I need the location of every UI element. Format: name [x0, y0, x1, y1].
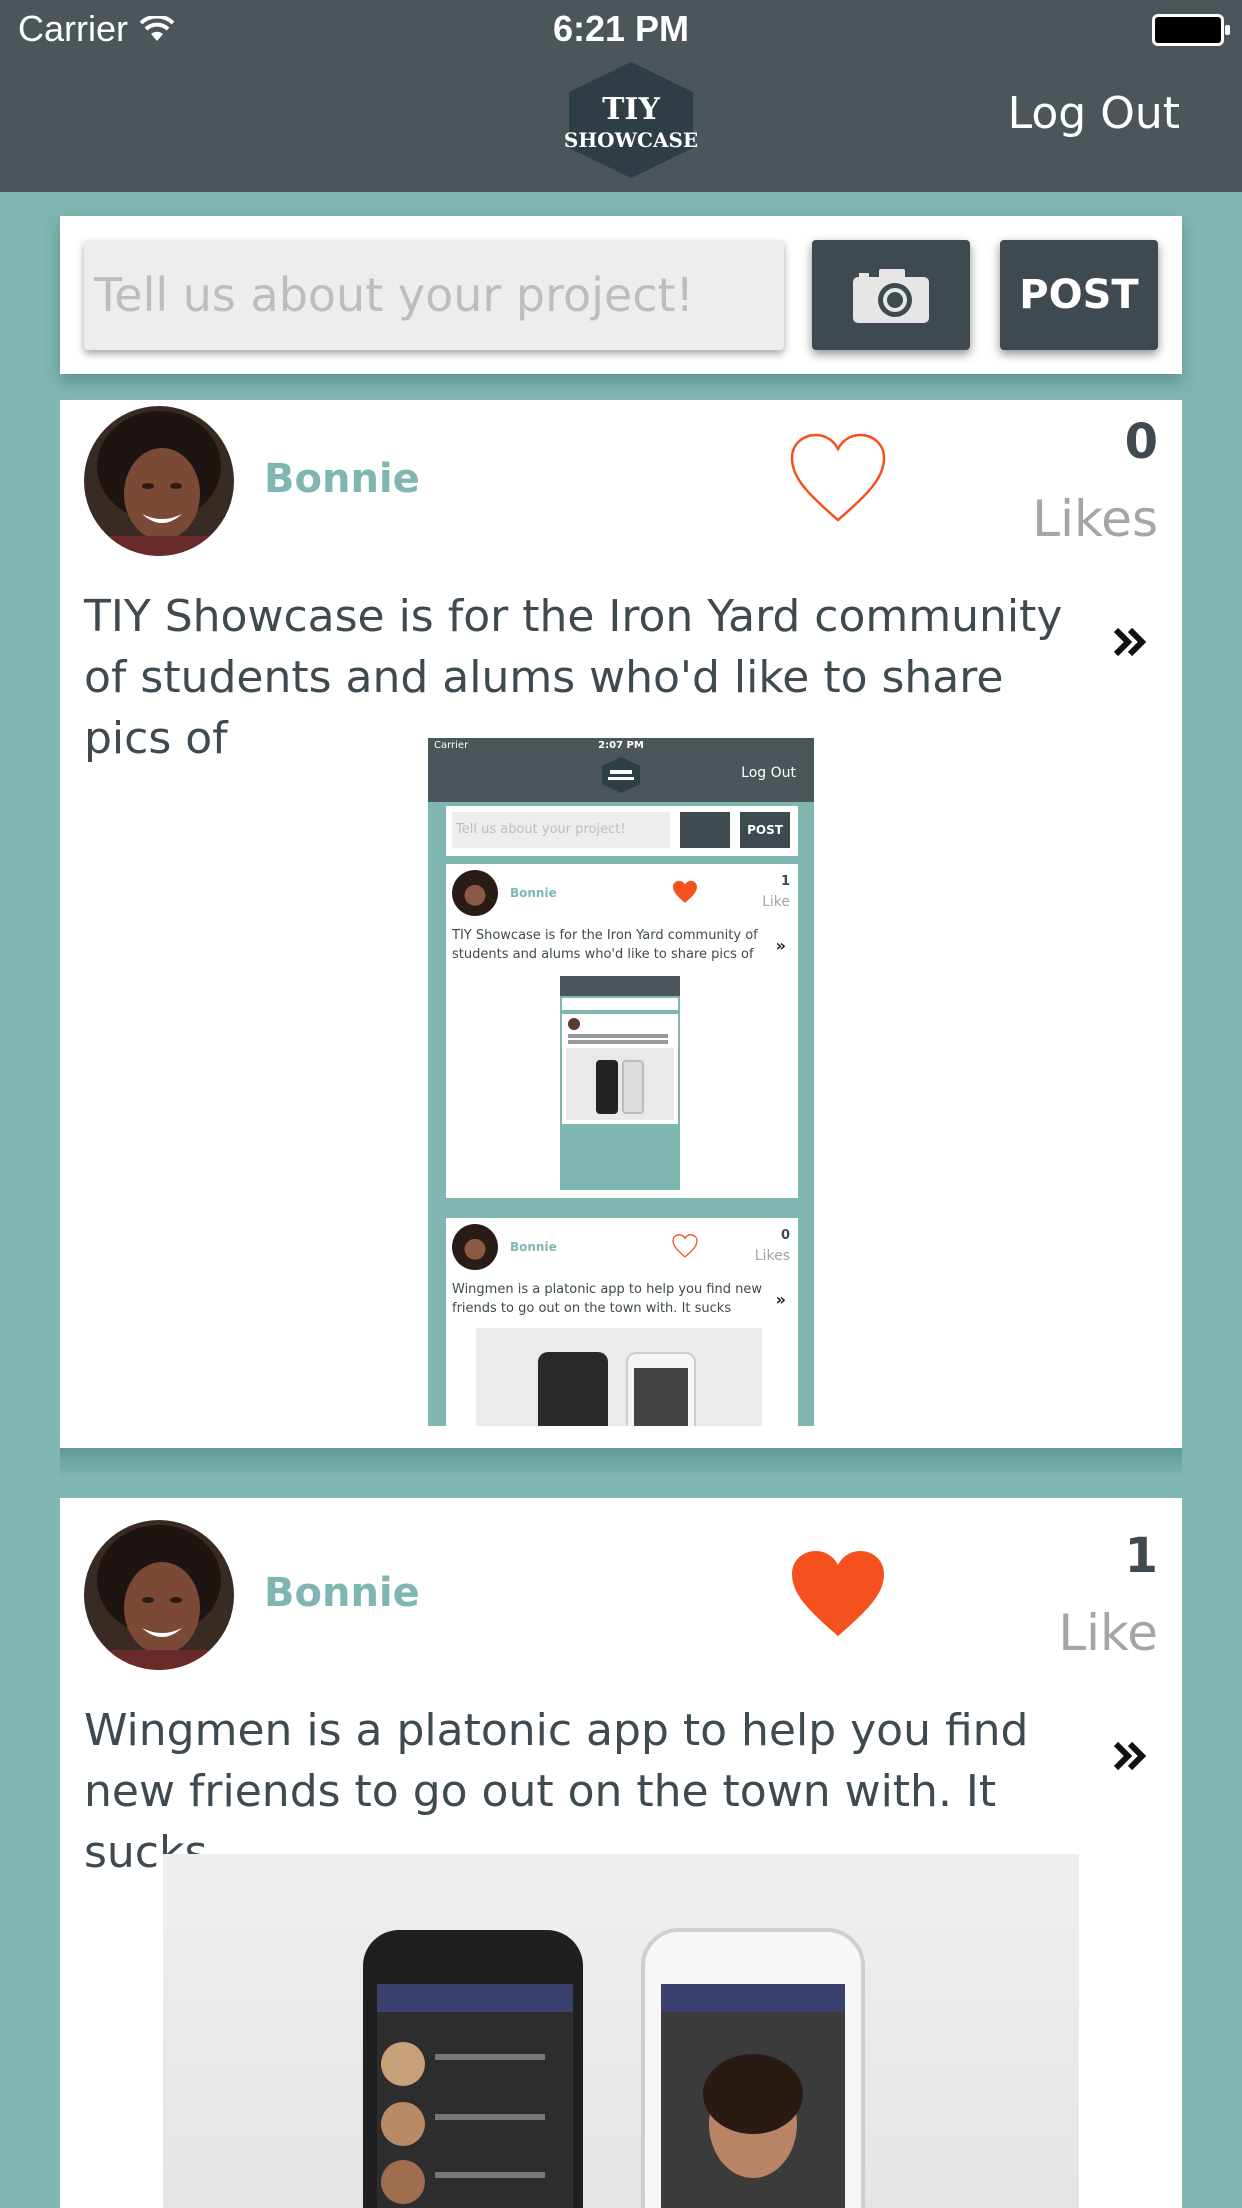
mini-like-count: 0 [780, 1228, 790, 1243]
like-label: Like [1058, 1604, 1158, 1662]
logo-line1: TIY [602, 92, 660, 127]
avatar[interactable] [84, 406, 234, 556]
battery-icon [1152, 14, 1230, 46]
phone-mockup-white [641, 1928, 865, 2208]
post-image[interactable] [163, 1854, 1079, 2208]
mini-username: Bonnie [510, 886, 557, 900]
avatar[interactable] [84, 1520, 234, 1670]
mini-phone-image [476, 1328, 762, 1426]
post-username[interactable]: Bonnie [264, 1570, 420, 1616]
mini-nested-image [560, 976, 680, 1190]
mini-logo-icon [602, 757, 640, 793]
post-button[interactable]: POST [1000, 240, 1158, 350]
camera-icon [853, 269, 929, 323]
mini-like-count: 1 [780, 874, 790, 889]
post-image[interactable]: Carrier 2:07 PM Log Out Tell us about yo… [428, 738, 814, 1426]
status-time: 6:21 PM [552, 8, 690, 49]
mini-username: Bonnie [510, 1240, 557, 1254]
project-input[interactable] [84, 240, 784, 350]
like-count: 1 [1124, 1528, 1158, 1584]
heart-filled-icon[interactable] [788, 1548, 888, 1640]
mini-chevron-icon: » [775, 1290, 786, 1309]
mini-description: Wingmen is a platonic app to help you fi… [452, 1282, 763, 1316]
avatar-image [84, 1520, 234, 1670]
mini-avatar [452, 870, 498, 916]
like-count: 0 [1124, 414, 1158, 470]
mini-heart-filled-icon [673, 880, 697, 903]
mini-description: TIY Showcase is for the Iron Yard commun… [452, 928, 758, 962]
post-username[interactable]: Bonnie [264, 456, 420, 502]
mini-composer: Tell us about your project! POST [446, 806, 798, 856]
camera-button[interactable] [812, 240, 970, 350]
mini-post-card: Bonnie 0 Likes Wingmen is a platonic app… [446, 1218, 798, 1426]
double-chevron-right-icon[interactable] [1110, 622, 1150, 662]
mini-post: POST [740, 812, 790, 848]
app-header: Carrier 6:21 PM TIY SHOWCASE Log Out [0, 0, 1242, 192]
mini-time: 2:07 PM [598, 740, 644, 751]
mini-post-card: Bonnie 1 Like TIY Showcase is for the Ir… [446, 864, 798, 1198]
mini-like-label: Likes [754, 1248, 790, 1264]
mini-logout: Log Out [741, 765, 796, 781]
logout-button[interactable]: Log Out [1008, 88, 1180, 139]
heart-outline-icon[interactable] [788, 432, 888, 524]
mini-like-label: Like [762, 894, 790, 910]
card-divider [60, 1448, 1182, 1478]
mini-chevron-icon: » [775, 936, 786, 955]
post-card: Bonnie 1 Like Wingmen is a platonic app … [60, 1498, 1182, 2208]
mini-heart-outline-icon [672, 1234, 698, 1258]
avatar-image [84, 406, 234, 556]
double-chevron-right-icon[interactable] [1110, 1736, 1150, 1776]
like-label: Likes [1032, 490, 1158, 548]
status-bar: Carrier 6:21 PM [0, 0, 1242, 60]
mini-camera-icon [680, 812, 730, 848]
post-composer: POST [60, 216, 1182, 374]
logo-line2: SHOWCASE [563, 128, 699, 152]
post-card: Bonnie 0 Likes TIY Showcase is for the I… [60, 400, 1182, 1448]
phone-mockup-dark [363, 1930, 583, 2208]
tiy-showcase-logo[interactable]: TIY SHOWCASE [563, 60, 699, 180]
mini-avatar [452, 1224, 498, 1270]
mini-header: Carrier 2:07 PM Log Out [428, 738, 814, 802]
mini-input: Tell us about your project! [452, 812, 670, 848]
